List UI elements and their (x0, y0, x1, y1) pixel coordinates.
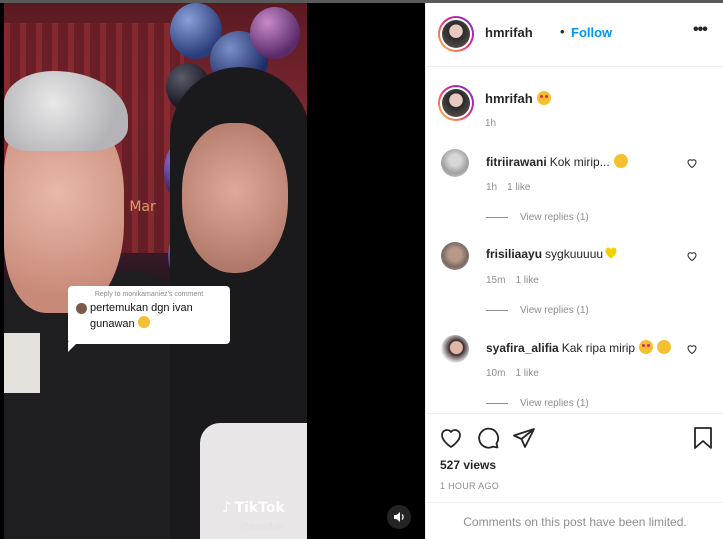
view-replies-button[interactable]: View replies (1) (486, 305, 589, 316)
comment-likes[interactable]: 1 like (515, 275, 538, 286)
bubble-reply-label: Reply to monikamaniez's comment (94, 291, 204, 298)
replies-divider (486, 216, 508, 218)
grinning-sweat-emoji-icon (657, 340, 672, 354)
caption-row: hmrifah (485, 91, 551, 106)
avatar-photo (442, 20, 470, 48)
post-header: hmrifah • Follow ••• (426, 3, 723, 67)
view-replies-button[interactable]: View replies (1) (486, 212, 589, 223)
comment-text-row: syafira_alifia Kak ripa mirip (486, 340, 672, 355)
tiktok-logo-icon: ♪ (222, 498, 232, 516)
view-replies-label: View replies (1) (520, 305, 589, 316)
comments-limited-notice: Comments on this post have been limited. (426, 502, 723, 539)
like-heart-icon[interactable] (439, 426, 463, 450)
bubble-avatar (76, 303, 87, 314)
yellow-heart-emoji-icon (605, 247, 617, 259)
replies-divider (486, 402, 508, 404)
view-replies-button[interactable]: View replies (1) (486, 398, 589, 409)
more-options-icon[interactable]: ••• (693, 21, 708, 39)
like-heart-icon[interactable] (686, 343, 698, 355)
heart-eyes-emoji-icon (639, 340, 654, 354)
comment-body: sygkuuuuu (545, 247, 604, 261)
comment-meta: 15m 1 like (486, 275, 549, 286)
comment-username[interactable]: frisiliaayu (486, 247, 542, 261)
author-avatar[interactable] (438, 16, 474, 52)
post-actions: 527 views 1 HOUR AGO Comments on this po… (426, 413, 723, 539)
post-timestamp[interactable]: 1 HOUR AGO (440, 481, 499, 491)
tiktok-reply-bubble: Reply to monikamaniez's comment pertemuk… (68, 286, 230, 352)
comment-likes[interactable]: 1 like (507, 182, 530, 193)
view-count[interactable]: 527 views (440, 458, 496, 472)
audio-toggle-button[interactable] (387, 505, 411, 529)
comment-meta: 10m 1 like (486, 368, 549, 379)
comment-text-row: frisiliaayu sygkuuuuu (486, 247, 618, 261)
view-replies-label: View replies (1) (520, 212, 589, 223)
comment-time[interactable]: 10m (486, 368, 505, 379)
comment-body: Kak ripa mirip (561, 341, 636, 355)
comment-bubble-icon[interactable] (476, 426, 500, 450)
comment-username[interactable]: fitriirawani (486, 155, 547, 169)
speaker-icon (394, 512, 404, 522)
follow-button[interactable]: Follow (571, 25, 612, 40)
caption-time[interactable]: 1h (485, 118, 496, 129)
comment-username[interactable]: syafira_alifia (486, 341, 559, 355)
comment-meta: 1h 1 like (486, 182, 540, 193)
caption-username[interactable]: hmrifah (485, 91, 533, 106)
tiktok-watermark: ♪ TikTok (222, 498, 285, 516)
replies-divider (486, 309, 508, 311)
person-right-face (182, 123, 288, 273)
comment-likes[interactable]: 1 like (515, 368, 538, 379)
view-replies-label: View replies (1) (520, 398, 589, 409)
comment-text-row: fitriirawani Kok mirip... (486, 154, 628, 169)
balloon (250, 7, 300, 59)
post-panel: hmrifah • Follow ••• hmrifah 1h fitriira… (425, 3, 723, 539)
like-heart-icon[interactable] (686, 157, 698, 169)
author-username[interactable]: hmrifah (485, 25, 533, 40)
grinning-emoji-icon (613, 154, 628, 168)
smiling-hearts-emoji-icon (137, 316, 150, 328)
comment-avatar[interactable] (441, 335, 469, 363)
avatar-photo (442, 89, 470, 117)
save-bookmark-icon[interactable] (692, 426, 714, 450)
comment-body: Kok mirip... (549, 155, 610, 169)
video-player[interactable]: n Mar (4, 3, 307, 539)
media-area: n Mar Reply to monikamaniez's comment pe… (0, 3, 425, 539)
bubble-text-wrap: pertemukan dgn ivan gunawan (90, 301, 222, 332)
header-separator: • (560, 24, 565, 39)
comment-time[interactable]: 1h (486, 182, 497, 193)
comment-item: frisiliaayu sygkuuuuu 15m 1 like View repl… (426, 242, 723, 334)
person-left-shirt (4, 333, 40, 393)
comment-avatar[interactable] (441, 149, 469, 177)
tiktok-brand: TikTok (234, 500, 285, 516)
comment-time[interactable]: 15m (486, 275, 505, 286)
caption-avatar[interactable] (438, 85, 474, 121)
bubble-text-row: pertemukan dgn ivan gunawan (76, 301, 222, 332)
smiling-hearts-emoji-icon (536, 91, 551, 105)
share-paper-plane-icon[interactable] (512, 426, 536, 450)
comment-avatar[interactable] (441, 242, 469, 270)
comment-item: fitriirawani Kok mirip... 1h 1 like View r… (426, 149, 723, 241)
like-heart-icon[interactable] (686, 250, 698, 262)
tiktok-watermark-user: @hmrifah (240, 522, 284, 533)
